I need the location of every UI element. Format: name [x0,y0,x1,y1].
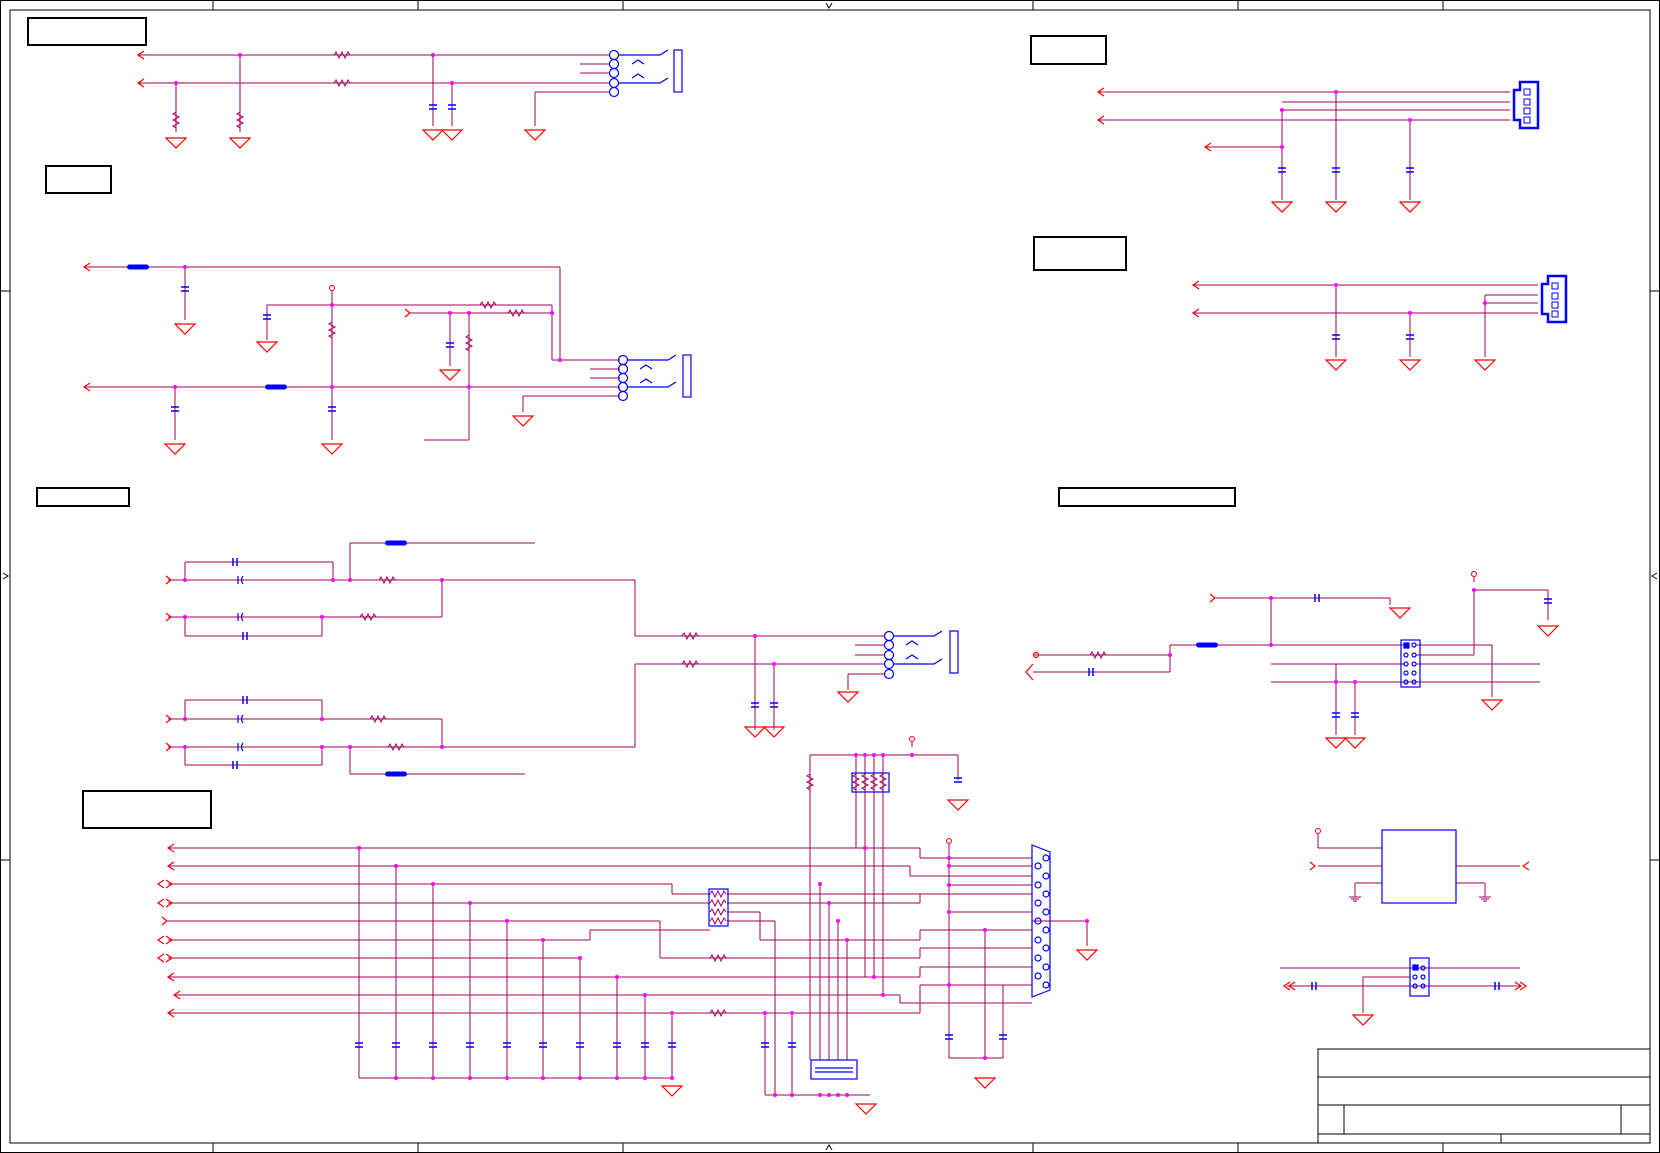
section-audio-jack-1 [138,54,610,132]
ic-chip [1381,829,1457,904]
section-spdif [1280,967,1520,1013]
section-label-boxes [27,17,1236,829]
sheet-frame [0,0,1660,1153]
schematic-sheet [0,0,1660,1153]
section-audio-jack-2 [84,266,620,441]
schematic-canvas [0,0,1660,1153]
fp-inputs [1025,651,1040,681]
section-cd-in [1098,91,1510,200]
title-block [1317,1048,1651,1144]
section-line-out [168,542,885,775]
four-pin-header-1 [1512,80,1540,130]
audio-jack-connector-1 [608,49,683,98]
four-pin-header-2 [1540,274,1568,324]
audio-jack-connector-2 [617,354,692,402]
spdif-header [1409,957,1430,997]
capacitor-array-bottom [810,1059,858,1080]
section-vga [168,754,1088,1096]
audio-jack-connector-3 [883,630,959,680]
section-front-panel [1033,589,1549,735]
section-aux-in [1193,284,1538,357]
